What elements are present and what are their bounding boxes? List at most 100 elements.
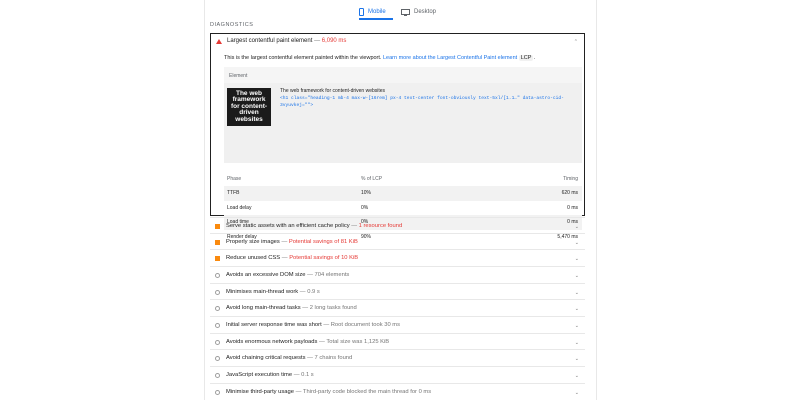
separator: —	[307, 272, 313, 278]
audit-detail: Third-party code blocked the main thread…	[302, 389, 432, 395]
chevron-down-icon[interactable]: ⌄	[575, 224, 579, 230]
active-tab-indicator	[359, 18, 393, 20]
audit-network-payloads[interactable]: Avoids enormous network payloads — Total…	[210, 333, 585, 350]
device-tabs: Mobile Desktop	[205, 0, 598, 20]
audit-detail: 2 long tasks found	[309, 305, 357, 311]
phase-cell: TTFB	[227, 190, 240, 196]
lcp-chip: LCP	[518, 55, 534, 61]
tab-desktop-label: Desktop	[414, 9, 437, 15]
section-title: DIAGNOSTICS	[210, 22, 254, 28]
lcp-description: This is the largest contentful element p…	[224, 55, 535, 61]
timing-header: Timing	[563, 176, 578, 182]
audit-dom-size[interactable]: Avoids an excessive DOM size — 704 eleme…	[210, 266, 585, 283]
audit-title: Avoid long main-thread tasks	[226, 305, 301, 311]
audit-title: Avoid chaining critical requests	[226, 355, 306, 361]
audit-detail: 704 elements	[314, 272, 350, 278]
lcp-audit-value: 6,090 ms	[321, 38, 347, 44]
pct-cell: 10%	[361, 190, 372, 196]
chevron-down-icon[interactable]: ⌄	[575, 273, 579, 279]
audit-detail: 1 resource found	[358, 223, 403, 229]
audit-detail: Total size was 1,125 KiB	[326, 339, 390, 345]
separator: —	[295, 389, 302, 395]
audit-detail: 0.1 s	[301, 372, 314, 378]
separator: —	[299, 289, 306, 295]
node-snippet[interactable]: <h1 class="heading-1 mb-4 max-w-[16rem] …	[280, 95, 580, 109]
audit-js-execution[interactable]: JavaScript execution time — 0.1 s ⌄	[210, 366, 585, 383]
audit-title: JavaScript execution time	[226, 372, 293, 378]
info-circle-icon	[215, 290, 220, 295]
audit-title: Properly size images	[226, 239, 280, 245]
chevron-down-icon[interactable]: ⌄	[575, 356, 579, 362]
separator: —	[281, 239, 288, 245]
warning-square-icon	[215, 240, 220, 245]
tab-desktop[interactable]: Desktop	[401, 4, 436, 20]
info-circle-icon	[215, 356, 220, 361]
audit-title: Initial server response time was short	[226, 322, 322, 328]
table-row: Load delay 0% 0 ms	[224, 201, 582, 216]
audit-detail: Potential savings of 81 KiB	[288, 239, 358, 245]
element-row[interactable]: The web framework for content-driven web…	[224, 83, 582, 163]
audit-title: Avoids an excessive DOM size	[226, 272, 306, 278]
audit-main-thread-work[interactable]: Minimises main-thread work — 0.9 s ⌄	[210, 283, 585, 300]
chevron-down-icon[interactable]: ⌄	[575, 256, 579, 262]
audit-title: Avoids enormous network payloads	[226, 339, 318, 345]
lcp-audit: Largest contentful paint element — 6,090…	[210, 33, 585, 240]
audit-server-response[interactable]: Initial server response time was short —…	[210, 316, 585, 333]
phase-table-header: Phase % of LCP Timing	[224, 172, 582, 186]
timing-cell: 620 ms	[561, 190, 578, 196]
audit-size-images[interactable]: Properly size images — Potential savings…	[210, 233, 585, 250]
phone-icon	[359, 8, 364, 16]
diagnostics-panel: Mobile Desktop DIAGNOSTICS Largest conte…	[204, 0, 597, 400]
separator: —	[281, 255, 288, 261]
phase-cell: Load delay	[227, 204, 252, 211]
monitor-icon	[401, 8, 410, 16]
phase-header: Phase	[227, 176, 242, 182]
audit-long-tasks[interactable]: Avoid long main-thread tasks — 2 long ta…	[210, 299, 585, 316]
audit-unused-css[interactable]: Reduce unused CSS — Potential savings of…	[210, 249, 585, 266]
separator: —	[293, 372, 300, 378]
thumbnail-text: The web framework for content-driven web…	[230, 89, 268, 123]
lcp-audit-title: Largest contentful paint element	[227, 38, 313, 44]
lcp-audit-header[interactable]: Largest contentful paint element — 6,090…	[211, 34, 584, 50]
warning-square-icon	[215, 224, 220, 229]
chevron-down-icon[interactable]: ⌄	[575, 240, 579, 246]
lcp-audit-title-line: Largest contentful paint element — 6,090…	[227, 38, 346, 44]
separator: —	[314, 38, 321, 44]
element-table: Element The web framework for content-dr…	[224, 67, 582, 163]
chevron-up-icon[interactable]: ⌃	[574, 39, 578, 45]
audit-title: Reduce unused CSS	[226, 255, 281, 261]
chevron-down-icon[interactable]: ⌄	[575, 390, 579, 396]
warning-square-icon	[215, 256, 220, 261]
chevron-down-icon[interactable]: ⌄	[575, 323, 579, 329]
separator: —	[351, 223, 358, 229]
chevron-down-icon[interactable]: ⌄	[575, 290, 579, 296]
info-circle-icon	[215, 340, 220, 345]
chevron-down-icon[interactable]: ⌄	[575, 340, 579, 346]
fail-triangle-icon	[216, 39, 222, 44]
audit-title: Minimises main-thread work	[226, 289, 299, 295]
separator: —	[307, 355, 313, 361]
element-thumbnail: The web framework for content-driven web…	[227, 88, 271, 126]
chevron-down-icon[interactable]: ⌄	[575, 373, 579, 379]
info-circle-icon	[215, 323, 220, 328]
timing-cell: 0 ms	[567, 204, 578, 211]
chevron-down-icon[interactable]: ⌄	[575, 306, 579, 312]
audit-detail: 7 chains found	[314, 355, 353, 361]
separator: —	[302, 305, 309, 311]
node-label: The web framework for content-driven web…	[280, 88, 386, 94]
table-row: TTFB 10% 620 ms	[224, 186, 582, 201]
audit-critical-requests[interactable]: Avoid chaining critical requests — 7 cha…	[210, 349, 585, 366]
audit-cache-policy[interactable]: Serve static assets with an efficient ca…	[210, 217, 585, 234]
info-circle-icon	[215, 306, 220, 311]
info-circle-icon	[215, 373, 220, 378]
learn-more-link[interactable]: Learn more about the Largest Contentful …	[383, 55, 517, 61]
pct-cell: 0%	[361, 204, 369, 211]
pct-header: % of LCP	[361, 176, 383, 182]
separator: —	[319, 339, 325, 345]
audit-detail: Potential savings of 10 KiB	[289, 255, 359, 261]
audit-detail: Root document took 30 ms	[330, 322, 401, 328]
audit-title: Serve static assets with an efficient ca…	[226, 223, 350, 229]
lcp-description-end: .	[533, 55, 535, 61]
info-circle-icon	[215, 390, 220, 395]
audit-third-party[interactable]: Minimise third-party usage — Third-party…	[210, 383, 585, 400]
